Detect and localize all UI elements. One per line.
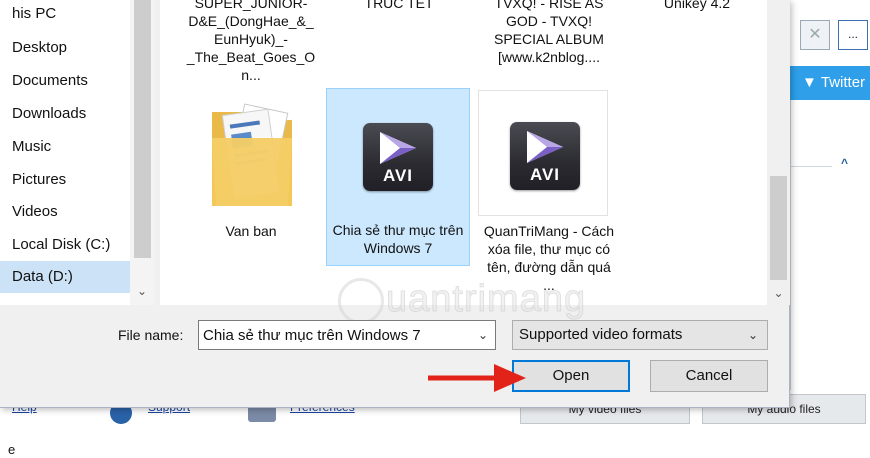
file-item[interactable]: TVXQ! - RISE AS GOD - TVXQ! SPECIAL ALBU… (478, 0, 620, 84)
file-view: SUPER_JUNIOR-D&E_(DongHae_&_EunHyuk)_-_T… (160, 0, 790, 305)
file-name: QuanTriMang - Cách xóa file, thư mục có … (483, 223, 615, 293)
video-file-item[interactable]: AVI QuanTriMang - Cách xóa file, thư mục… (478, 90, 620, 305)
file-name: TVXQ! - RISE AS GOD - TVXQ! SPECIAL ALBU… (494, 0, 604, 65)
nav-item-videos[interactable]: Videos (0, 196, 130, 228)
twitter-button[interactable]: ▼ Twitter (790, 66, 870, 100)
chevron-down-icon[interactable]: ⌄ (770, 286, 787, 302)
nav-item-documents[interactable]: Documents (0, 65, 130, 97)
file-name: Unikey 4.2 (663, 0, 731, 11)
more-button[interactable]: ... (838, 20, 868, 50)
open-button[interactable]: Open (512, 360, 630, 392)
close-icon[interactable]: ✕ (800, 20, 830, 50)
side-panel (790, 100, 870, 390)
file-item[interactable]: SUPER_JUNIOR-D&E_(DongHae_&_EunHyuk)_-_T… (180, 0, 322, 84)
twitter-label: Twitter (820, 74, 866, 91)
nav-item-music[interactable]: Music (0, 131, 130, 163)
file-name: Van ban (225, 223, 277, 239)
nav-item-pictures[interactable]: Pictures (0, 164, 130, 196)
file-type-value: Supported video formats (519, 326, 683, 343)
twitter-icon: ▼ (802, 74, 817, 91)
nav-item-data-d[interactable]: Data (D:) (0, 261, 130, 293)
chevron-up-icon[interactable]: ^ (841, 156, 848, 170)
nav-item-downloads[interactable]: Downloads (0, 98, 130, 130)
file-name: TRUC TET (364, 0, 434, 11)
chevron-down-icon[interactable]: ⌄ (471, 321, 495, 349)
open-file-dialog: his PC Desktop Documents Downloads Music… (0, 0, 790, 408)
avi-badge: AVI (382, 166, 414, 185)
nav-item-local-disk-c[interactable]: Local Disk (C:) (0, 229, 130, 261)
file-item[interactable]: Unikey 4.2 (626, 0, 768, 16)
avi-badge: AVI (529, 165, 561, 184)
chevron-down-icon[interactable]: ⌄ (743, 321, 763, 349)
file-name-label: File name: (118, 327, 184, 343)
folder-item[interactable]: Van ban (180, 90, 322, 260)
chevron-down-icon[interactable]: ⌄ (132, 284, 152, 304)
file-name-combobox[interactable]: ⌄ (198, 320, 496, 350)
video-file-item[interactable]: AVI Chia sẻ thư mục trên Windows 7 (326, 88, 470, 266)
nav-scrollbar-thumb[interactable] (134, 0, 151, 258)
nav-item-desktop[interactable]: Desktop (0, 32, 130, 64)
footer-text: e (8, 442, 16, 457)
file-item[interactable]: TRUC TET (328, 0, 470, 16)
divider (790, 166, 832, 167)
cancel-button[interactable]: Cancel (650, 360, 768, 392)
nav-item-this-pc[interactable]: his PC (0, 0, 130, 30)
navigation-pane: his PC Desktop Documents Downloads Music… (0, 0, 155, 305)
file-name-input[interactable] (203, 321, 467, 349)
file-name: Chia sẻ thư mục trên Windows 7 (332, 222, 464, 256)
file-type-select[interactable]: Supported video formats ⌄ (512, 320, 768, 350)
avi-video-icon: AVI (363, 123, 433, 191)
folder-icon (202, 98, 302, 218)
red-arrow-annotation (428, 364, 526, 392)
file-view-scrollbar-thumb[interactable] (770, 176, 787, 280)
file-name: SUPER_JUNIOR-D&E_(DongHae_&_EunHyuk)_-_T… (186, 0, 316, 83)
avi-video-icon: AVI (510, 122, 580, 190)
